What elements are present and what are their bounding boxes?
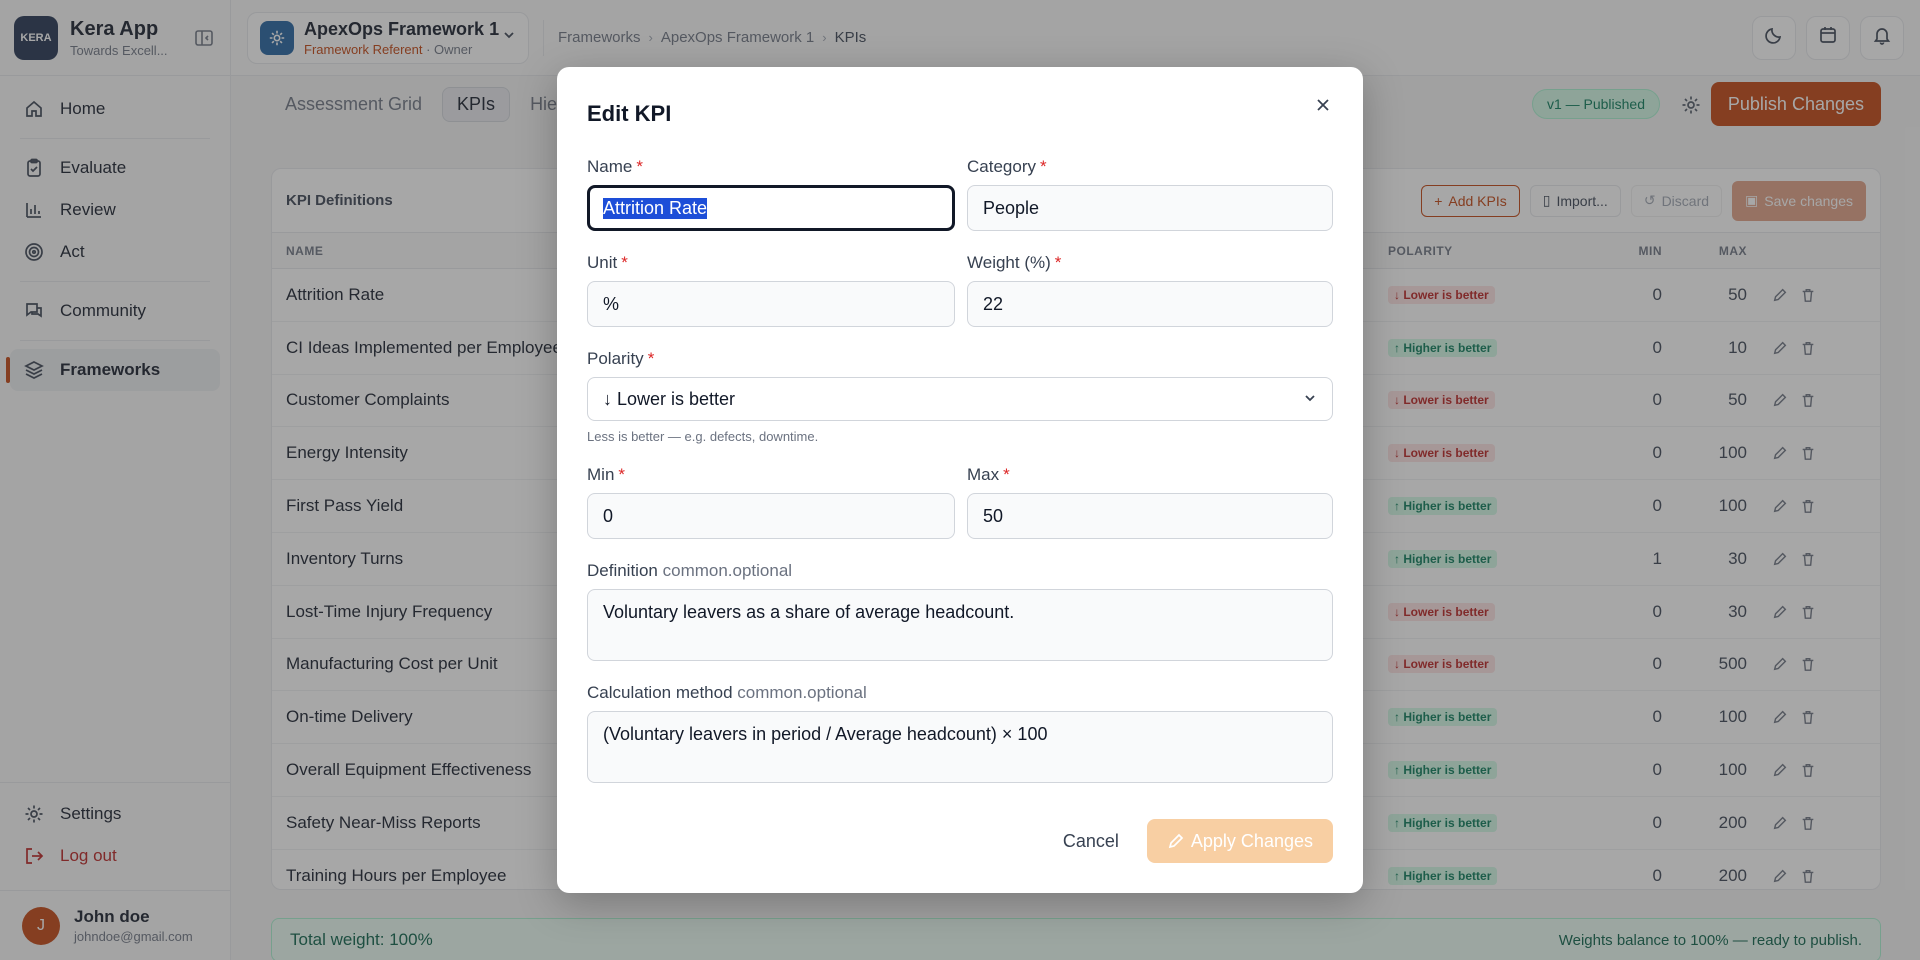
polarity-select[interactable]: ↓ Lower is better — [587, 377, 1333, 421]
unit-field: Unit * % — [587, 253, 955, 327]
apply-changes-button[interactable]: Apply Changes — [1146, 819, 1333, 863]
weight-input[interactable]: 22 — [967, 281, 1333, 327]
polarity-field: Polarity * ↓ Lower is better Less is bett… — [587, 349, 1333, 444]
name-field: Name * Attrition Rate — [587, 157, 955, 231]
definition-field: Definition common.optional Voluntary lea… — [587, 561, 1333, 661]
cancel-button[interactable]: Cancel — [1063, 831, 1119, 852]
unit-input[interactable]: % — [587, 281, 955, 327]
max-input[interactable]: 50 — [967, 493, 1333, 539]
dialog-title: Edit KPI — [587, 101, 672, 126]
pencil-icon — [1167, 832, 1185, 850]
polarity-hint: Less is better — e.g. defects, downtime. — [587, 429, 819, 444]
weight-field: Weight (%) * 22 — [967, 253, 1333, 327]
min-input[interactable]: 0 — [587, 493, 955, 539]
category-field: Category * People — [967, 157, 1333, 231]
min-field: Min * 0 — [587, 465, 955, 539]
category-input[interactable]: People — [967, 185, 1333, 231]
max-field: Max * 50 — [967, 465, 1333, 539]
definition-textarea[interactable]: Voluntary leavers as a share of average … — [587, 589, 1333, 661]
calculation-field: Calculation method common.optional (Volu… — [587, 683, 1333, 783]
edit-kpi-dialog: Edit KPI Name * Attrition Rate Category * … — [557, 67, 1363, 893]
calculation-textarea[interactable]: (Voluntary leavers in period / Average h… — [587, 711, 1333, 783]
chevron-down-icon — [1303, 389, 1317, 410]
name-input[interactable]: Attrition Rate — [587, 185, 955, 231]
close-icon[interactable] — [1311, 93, 1335, 117]
